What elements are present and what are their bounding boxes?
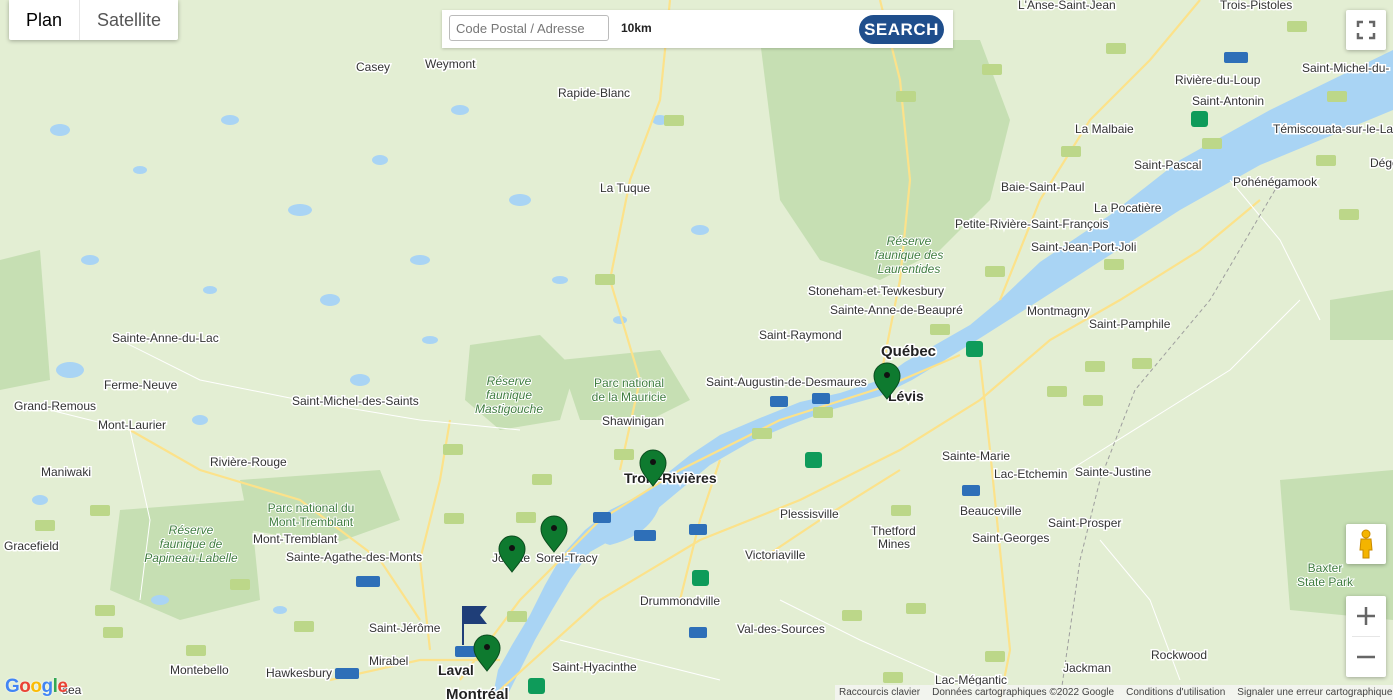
svg-text:Shawinigan: Shawinigan [602, 414, 664, 428]
svg-text:Laval: Laval [438, 662, 474, 678]
svg-text:Mont-Tremblant: Mont-Tremblant [269, 515, 354, 529]
svg-text:Plessisville: Plessisville [780, 507, 839, 521]
report-error-link[interactable]: Signaler une erreur cartographique [1237, 687, 1392, 698]
radius-value[interactable]: 10km [621, 21, 652, 35]
svg-text:Saint-Georges: Saint-Georges [972, 531, 1049, 545]
svg-text:Drummondville: Drummondville [640, 594, 720, 608]
svg-text:Montebello: Montebello [170, 663, 229, 677]
svg-text:Laurentides: Laurentides [878, 262, 941, 276]
svg-text:Mirabel: Mirabel [369, 654, 408, 668]
svg-text:Saint-Jérôme: Saint-Jérôme [369, 621, 441, 635]
svg-text:Lac-Etchemin: Lac-Etchemin [994, 467, 1067, 481]
svg-text:Témiscouata-sur-le-Lac: Témiscouata-sur-le-Lac [1273, 122, 1393, 136]
svg-text:Papineau-Labelle: Papineau-Labelle [144, 551, 238, 565]
svg-text:Beauceville: Beauceville [960, 504, 1022, 518]
search-button[interactable]: SEARCH [859, 15, 944, 44]
svg-text:Sainte-Marie: Sainte-Marie [942, 449, 1010, 463]
svg-text:Saint-Hyacinthe: Saint-Hyacinthe [552, 660, 637, 674]
svg-text:Petite-Rivière-Saint-François: Petite-Rivière-Saint-François [955, 217, 1108, 231]
svg-text:Parc national: Parc national [594, 376, 664, 390]
svg-text:Weymont: Weymont [425, 57, 476, 71]
svg-text:Baie-Saint-Paul: Baie-Saint-Paul [1001, 180, 1084, 194]
svg-text:faunique: faunique [486, 388, 532, 402]
svg-text:Rivière-Rouge: Rivière-Rouge [210, 455, 287, 469]
svg-text:Montréal: Montréal [446, 686, 509, 700]
zoom-control [1346, 596, 1386, 677]
svg-text:La Malbaie: La Malbaie [1075, 122, 1134, 136]
map-type-plan-button[interactable]: Plan [9, 0, 81, 40]
svg-text:Québec: Québec [881, 343, 936, 360]
map-type-satellite-button[interactable]: Satellite [80, 0, 178, 40]
map-attribution: Raccourcis clavier Données cartographiqu… [835, 685, 1393, 700]
svg-text:Dégel: Dégel [1370, 156, 1393, 170]
svg-text:Mont-Laurier: Mont-Laurier [98, 418, 166, 432]
svg-text:Réserve: Réserve [487, 374, 532, 388]
fullscreen-button[interactable] [1346, 10, 1386, 50]
svg-text:Rapide-Blanc: Rapide-Blanc [558, 86, 630, 100]
svg-text:Victoriaville: Victoriaville [745, 548, 806, 562]
svg-text:Réserve: Réserve [887, 234, 932, 248]
svg-text:Rockwood: Rockwood [1151, 648, 1207, 662]
svg-text:Saint-Raymond: Saint-Raymond [759, 328, 842, 342]
svg-text:faunique de: faunique de [160, 537, 223, 551]
svg-text:Sorel-Tracy: Sorel-Tracy [536, 551, 598, 565]
svg-text:L'Anse-Saint-Jean: L'Anse-Saint-Jean [1018, 0, 1116, 12]
svg-text:Stoneham-et-Tewkesbury: Stoneham-et-Tewkesbury [808, 284, 944, 298]
svg-text:Rivière-du-Loup: Rivière-du-Loup [1175, 73, 1261, 87]
svg-text:Saint-Michel-du-: Saint-Michel-du- [1302, 61, 1389, 75]
svg-text:Gracefield: Gracefield [4, 539, 59, 553]
map-data-text: Données cartographiques ©2022 Google [932, 687, 1115, 698]
svg-text:Jackman: Jackman [1063, 661, 1111, 675]
svg-text:Thetford: Thetford [871, 524, 916, 538]
svg-text:Saint-Prosper: Saint-Prosper [1048, 516, 1121, 530]
street-view-pegman[interactable] [1346, 524, 1386, 564]
zoom-out-icon[interactable] [1346, 637, 1386, 677]
svg-text:Saint-Antonin: Saint-Antonin [1192, 94, 1264, 108]
svg-text:Mastigouche: Mastigouche [475, 402, 543, 416]
svg-text:La Tuque: La Tuque [600, 181, 650, 195]
svg-text:Sainte-Agathe-des-Monts: Sainte-Agathe-des-Monts [286, 550, 422, 564]
svg-text:faunique des: faunique des [875, 248, 944, 262]
svg-text:Trois-Pistoles: Trois-Pistoles [1220, 0, 1292, 12]
svg-text:Trois-Rivières: Trois-Rivières [624, 470, 717, 486]
svg-text:Grand-Remous: Grand-Remous [14, 399, 96, 413]
svg-text:Maniwaki: Maniwaki [41, 465, 91, 479]
address-input[interactable] [449, 15, 609, 41]
svg-text:Hawkesbury: Hawkesbury [266, 666, 332, 680]
svg-text:Sainte-Justine: Sainte-Justine [1075, 465, 1151, 479]
svg-text:Saint-Pamphile: Saint-Pamphile [1089, 317, 1171, 331]
svg-text:Saint-Michel-des-Saints: Saint-Michel-des-Saints [292, 394, 419, 408]
svg-text:Montmagny: Montmagny [1027, 304, 1090, 318]
svg-text:Sainte-Anne-du-Lac: Sainte-Anne-du-Lac [112, 331, 219, 345]
svg-text:Réserve: Réserve [169, 523, 214, 537]
google-logo[interactable]: Google [5, 676, 68, 698]
pegman-icon [1359, 529, 1373, 559]
svg-text:Saint-Jean-Port-Joli: Saint-Jean-Port-Joli [1031, 240, 1136, 254]
svg-text:Ferme-Neuve: Ferme-Neuve [104, 378, 178, 392]
svg-text:Mines: Mines [878, 537, 910, 551]
svg-text:Pohénégamook: Pohénégamook [1233, 175, 1318, 189]
svg-text:Parc national du: Parc national du [268, 501, 355, 515]
svg-text:Val-des-Sources: Val-des-Sources [737, 622, 825, 636]
terms-link[interactable]: Conditions d'utilisation [1126, 687, 1225, 698]
svg-text:Saint-Augustin-de-Desmaures: Saint-Augustin-de-Desmaures [706, 375, 867, 389]
svg-text:Baxter: Baxter [1308, 561, 1343, 575]
svg-text:Sainte-Anne-de-Beaupré: Sainte-Anne-de-Beaupré [830, 303, 963, 317]
svg-text:State Park: State Park [1297, 575, 1354, 589]
svg-text:La Pocatière: La Pocatière [1094, 201, 1162, 215]
svg-text:Saint-Pascal: Saint-Pascal [1134, 158, 1201, 172]
map-type-control: Plan Satellite [9, 0, 179, 40]
zoom-in-icon[interactable] [1346, 596, 1386, 636]
keyboard-shortcuts-link[interactable]: Raccourcis clavier [839, 687, 920, 698]
map-canvas[interactable]: L'Anse-Saint-Jean Trois-Pistoles Casey W… [0, 0, 1393, 700]
search-panel: 10km SEARCH [442, 10, 953, 48]
svg-text:Mont-Tremblant: Mont-Tremblant [253, 532, 338, 546]
svg-text:de la Mauricie: de la Mauricie [592, 390, 667, 404]
fullscreen-icon [1356, 20, 1376, 40]
svg-text:Casey: Casey [356, 60, 390, 74]
